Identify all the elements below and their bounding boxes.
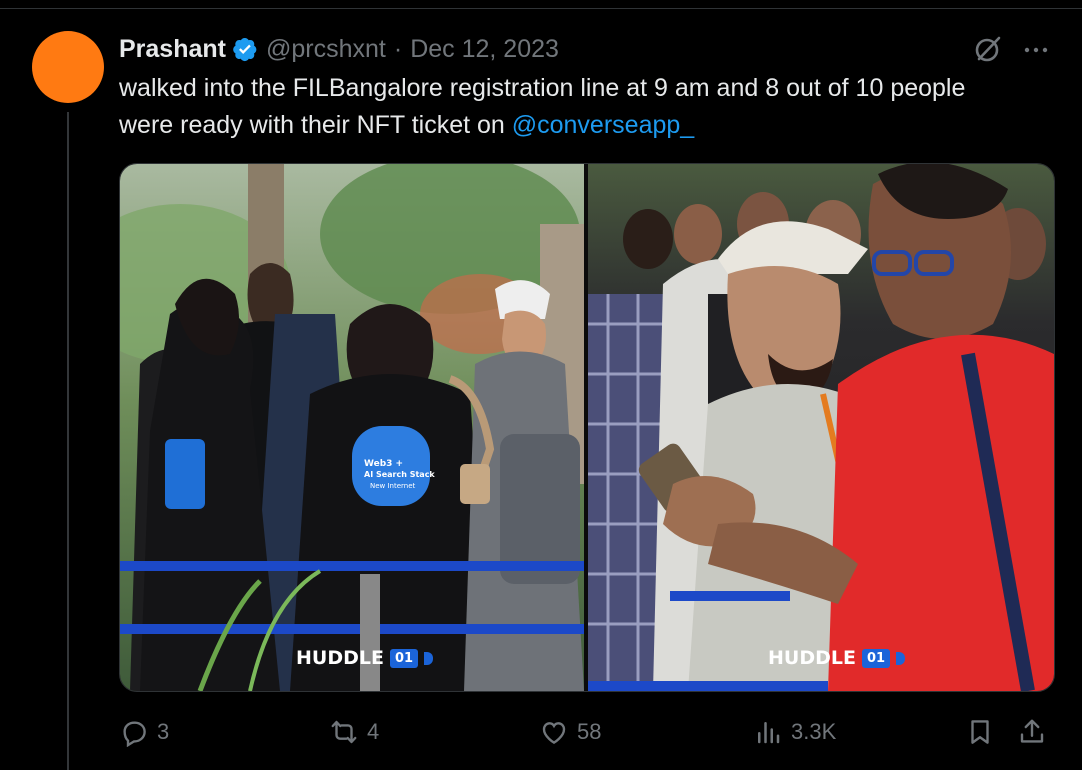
repost-icon [331,720,357,744]
shirt-text-2: AI Search Stack [364,470,435,479]
verified-badge-icon [233,37,257,62]
like-icon [542,722,566,745]
huddle-num-left: 01 [389,648,419,668]
huddle-mark-left [424,651,434,665]
mention-link[interactable]: @converseapp_ [512,111,694,139]
views-count: 3.3K [791,719,837,744]
photo-left-scene: Web3 + AI Search Stack New Internet [120,164,584,691]
views-button[interactable]: 3.3K [753,710,836,754]
thread-line [67,112,69,770]
grok-icon[interactable] [972,33,1004,65]
photo-right-scene [588,164,1054,691]
share-button[interactable] [1017,710,1055,754]
bookmark-button[interactable] [965,710,1003,754]
like-button[interactable]: 58 [539,710,601,754]
repost-button[interactable]: 4 [329,710,379,754]
tweet-media[interactable]: Web3 + AI Search Stack New Internet HUDD… [119,163,1055,692]
huddle-num-right: 01 [861,648,891,668]
huddle-mark-right [896,651,906,665]
separator-dot: · [393,34,403,63]
author-name[interactable]: Prashant [119,35,226,64]
huddle-badge-left: HUDDLE 01 [296,647,434,669]
top-divider [0,8,1082,9]
tweet-actions: 3 4 58 3.3K [119,710,1053,754]
reply-count: 3 [157,719,170,744]
shirt-text-3: New Internet [370,482,416,490]
photo-left[interactable]: Web3 + AI Search Stack New Internet HUDD… [120,164,584,691]
huddle-text-right: HUDDLE [768,647,856,669]
repost-count: 4 [367,719,380,744]
reply-button[interactable]: 3 [119,710,169,754]
like-count: 58 [577,719,602,744]
views-icon [758,722,780,744]
tweet-text: walked into the FILBangalore registratio… [119,70,1019,144]
avatar[interactable] [32,31,104,103]
tweet-date[interactable]: Dec 12, 2023 [410,35,559,64]
bookmark-icon [971,720,989,744]
huddle-badge-right: HUDDLE 01 [768,647,906,669]
shirt-text-1: Web3 + [364,459,403,469]
author-handle[interactable]: @prcshxnt [266,35,386,64]
huddle-text-left: HUDDLE [296,647,384,669]
more-icon[interactable] [1020,34,1052,66]
photo-right[interactable]: HUDDLE 01 [588,164,1054,691]
tweet-header: Prashant @prcshxnt · Dec 12, 2023 [119,32,559,66]
reply-icon [123,721,146,747]
share-icon [1020,719,1044,743]
